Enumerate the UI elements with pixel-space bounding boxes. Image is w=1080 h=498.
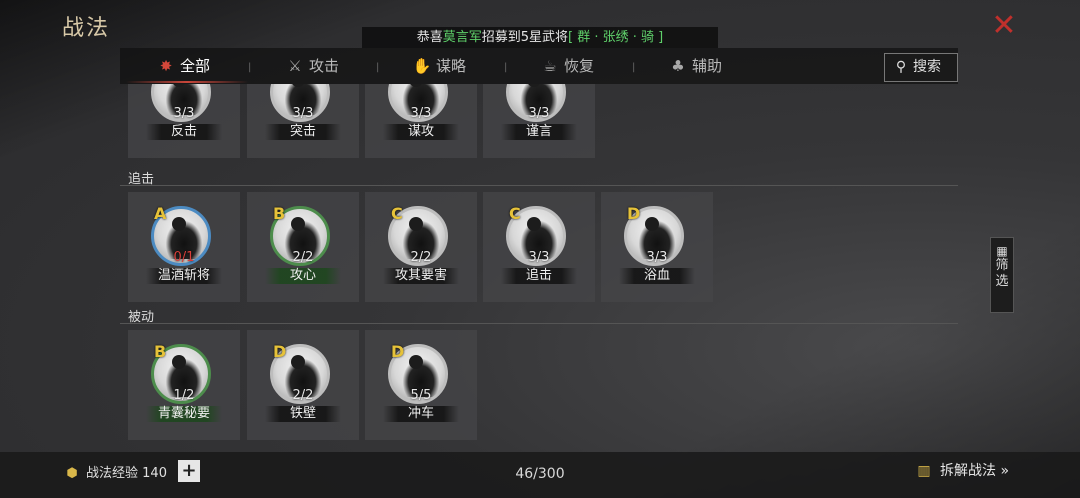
decompose-tactics-button[interactable]: ▥ 拆解战法 » [912,460,1009,482]
tab-strategy[interactable]: ✋ 谋略 [412,48,466,84]
all-icon: ✸ [159,57,173,75]
tactic-card[interactable]: 3/3 谋攻 [365,84,477,158]
tactic-count: 3/3 [410,106,432,121]
filter-button[interactable]: ▦ 筛 选 [990,237,1014,313]
tactic-count: 3/3 [528,250,550,265]
tactic-card[interactable]: 3/3 突击 [247,84,359,158]
tactic-count: 3/3 [292,106,314,121]
tab-support[interactable]: ♣ 辅助 [668,48,722,84]
tactic-name: 冲车 [383,406,459,422]
announcement-middle: 招募到5星武将 [481,30,569,45]
announcement-tag: [ 群 · 张绣 · 骑 ] [568,30,664,45]
page-title: 战法 [62,16,111,41]
tactic-name: 突击 [265,124,341,140]
tactics-list[interactable]: 3/3 反击 3/3 突击 3/3 谋攻 3/3 谨言 追击 A 0/1 温酒斩… [120,84,958,452]
tactic-card[interactable]: B 1/2 青囊秘要 [128,330,240,440]
tactic-card[interactable]: B 2/2 攻心 [247,192,359,302]
tactic-name: 谋攻 [383,124,459,140]
tactic-card[interactable]: 3/3 反击 [128,84,240,158]
tactic-name: 铁壁 [265,406,341,422]
tactic-card[interactable]: 3/3 谨言 [483,84,595,158]
tactic-card[interactable]: C 3/3 追击 [483,192,595,302]
tactic-name: 青囊秘要 [146,406,222,422]
filter-label-2: 选 [995,274,1009,289]
tactic-name: 追击 [501,268,577,284]
section-divider [120,323,958,324]
announcement-banner: 恭喜莫言军招募到5星武将[ 群 · 张绣 · 骑 ] [362,27,718,48]
tab-label: 恢复 [564,57,595,75]
tactic-count: 3/3 [646,250,668,265]
tactic-name: 浴血 [619,268,695,284]
tab-attack[interactable]: ⚔ 攻击 [285,48,339,84]
tactic-count: 3/3 [528,106,550,121]
tactic-card[interactable]: D 5/5 冲车 [365,330,477,440]
active-tab-underline [126,81,248,83]
tab-label: 辅助 [692,57,723,75]
tactic-name: 攻心 [265,268,341,284]
tactic-grade: A [154,204,167,223]
tactic-count: 0/1 [173,250,195,265]
search-button[interactable]: ⚲ 搜索 [884,53,958,82]
tactic-card[interactable]: D 2/2 铁壁 [247,330,359,440]
tactic-name: 反击 [146,124,222,140]
close-button[interactable]: ✕ [988,10,1020,42]
tactic-card[interactable]: A 0/1 温酒斩将 [128,192,240,302]
tab-separator: | [632,62,636,73]
announcement-prefix: 恭喜 [416,30,443,45]
crossed-swords-icon: ⚔ [288,57,302,75]
tactic-count: 2/2 [410,250,432,265]
scroll-icon: ▥ [917,463,931,479]
tactic-grade: D [273,342,287,361]
tactic-count: 2/2 [292,250,314,265]
tactic-count: 5/5 [410,388,432,403]
tactic-grade: B [273,204,286,223]
tactic-grade: C [509,204,521,223]
tactic-count: 1/2 [173,388,195,403]
tab-bar: ✸ 全部 | ⚔ 攻击 | ✋ 谋略 | ☕ 恢复 | ♣ 辅助 [120,48,958,84]
tactic-count: 2/2 [292,388,314,403]
tactic-card[interactable]: D 3/3 浴血 [601,192,713,302]
tab-recovery[interactable]: ☕ 恢复 [540,48,594,84]
tactic-name: 攻其要害 [383,268,459,284]
bottom-bar: ⬢ 战法经验 140 + 46/300 ▥ 拆解战法 » [0,452,1080,498]
tactic-grade: C [391,204,403,223]
tab-separator: | [504,62,508,73]
support-icon: ♣ [671,57,685,75]
search-icon: ⚲ [895,59,907,75]
section-divider [120,185,958,186]
recovery-icon: ☕ [543,57,557,75]
tactic-grade: B [154,342,167,361]
tab-label: 全部 [180,57,211,75]
tab-separator: | [248,62,252,73]
tactic-card[interactable]: C 2/2 攻其要害 [365,192,477,302]
tactic-grade: D [391,342,405,361]
grid-icon: ▦ [996,244,1008,258]
decompose-label: 拆解战法 » [940,463,1010,479]
tab-label: 攻击 [309,57,340,75]
tactic-name: 谨言 [501,124,577,140]
tab-label: 谋略 [436,57,467,75]
tab-separator: | [376,62,380,73]
search-label: 搜索 [913,59,941,75]
tactic-name: 温酒斩将 [146,268,222,284]
strategy-icon: ✋ [412,57,432,75]
tactic-count: 3/3 [173,106,195,121]
tactic-grade: D [627,204,641,223]
announcement-player: 莫言军 [442,30,482,45]
close-icon: ✕ [991,8,1017,43]
filter-label-1: 筛 [995,258,1009,273]
tab-all[interactable]: ✸ 全部 [156,48,210,84]
